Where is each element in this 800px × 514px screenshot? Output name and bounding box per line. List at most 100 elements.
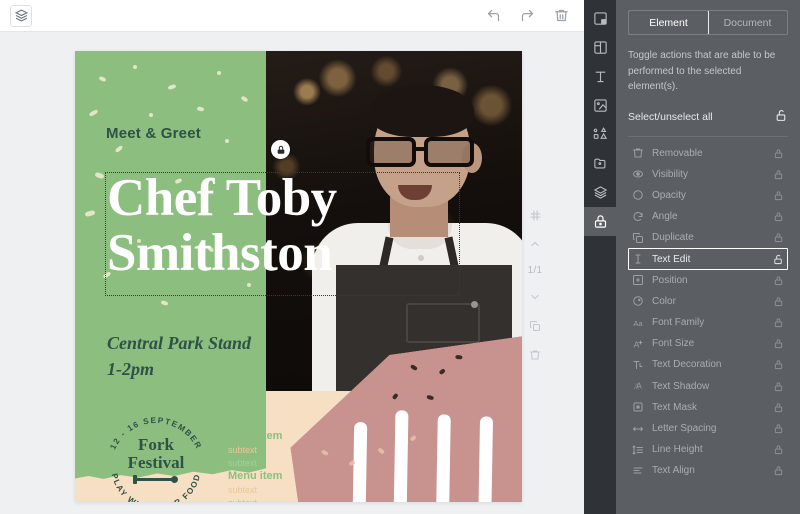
property-row-text-shadow[interactable]: Text Shadow xyxy=(628,376,788,397)
property-row-line-height[interactable]: Line Height xyxy=(628,439,788,460)
lock-icon[interactable] xyxy=(768,338,784,349)
select-unselect-all-row[interactable]: Select/unselect all xyxy=(628,109,788,136)
tab-document[interactable]: Document xyxy=(708,11,787,34)
lock-icon[interactable] xyxy=(768,169,784,180)
letter-spacing-icon xyxy=(632,423,652,435)
canvas-area[interactable]: 1/1 xyxy=(0,32,584,514)
poster-title-text[interactable]: Chef Toby Smithston xyxy=(107,171,487,280)
property-row-angle[interactable]: Angle xyxy=(628,206,788,227)
glasses-bridge xyxy=(415,147,427,151)
lock-icon[interactable] xyxy=(768,148,784,159)
lock-icon[interactable] xyxy=(768,402,784,413)
panel-tabs: Element Document xyxy=(628,10,788,35)
badge-tagline-text: PLAY WITH YOUR FOOD xyxy=(110,472,203,502)
badge-title: Fork Festival xyxy=(97,436,215,472)
rail-item-text[interactable] xyxy=(584,62,616,91)
selection-lock-badge[interactable] xyxy=(271,140,290,159)
rail-item-layout[interactable] xyxy=(584,33,616,62)
panel-body: Element Document Toggle actions that are… xyxy=(616,0,800,514)
photo-apron-rivet xyxy=(471,301,478,308)
property-label: Font Family xyxy=(652,317,768,328)
property-row-letter-spacing[interactable]: Letter Spacing xyxy=(628,418,788,439)
property-label: Opacity xyxy=(652,190,768,201)
menu-list-item[interactable]: Menu item subtext subtext xyxy=(228,429,348,469)
poster-canvas[interactable]: Meet & Greet Chef Toby Smithston Central… xyxy=(75,51,522,502)
property-row-duplicate[interactable]: Duplicate xyxy=(628,227,788,248)
undo-button[interactable] xyxy=(484,7,502,25)
unlock-icon xyxy=(775,109,788,122)
lock-icon[interactable] xyxy=(768,317,784,328)
photo-chef-glasses xyxy=(366,137,482,167)
property-row-position[interactable]: Position xyxy=(628,270,788,291)
property-row-font-family[interactable]: Font Family xyxy=(628,312,788,333)
menu-item-name: Menu item xyxy=(228,469,348,484)
layers-icon xyxy=(593,185,608,200)
property-row-text-mask[interactable]: Text Mask xyxy=(628,397,788,418)
rose-speck xyxy=(410,364,418,371)
poster-title-line1: Chef Toby xyxy=(107,171,487,226)
image-icon xyxy=(593,98,608,113)
property-row-opacity[interactable]: Opacity xyxy=(628,185,788,206)
property-row-font-size[interactable]: Font Size xyxy=(628,333,788,354)
lock-icon[interactable] xyxy=(768,190,784,201)
property-label: Angle xyxy=(652,211,768,222)
property-label: Visibility xyxy=(652,169,768,180)
badge-title-line2: Festival xyxy=(97,454,215,472)
property-row-color[interactable]: Color xyxy=(628,291,788,312)
property-label: Letter Spacing xyxy=(652,423,768,434)
rail-item-shapes[interactable] xyxy=(584,120,616,149)
property-label: Color xyxy=(652,296,768,307)
text-cursor-icon xyxy=(632,253,652,265)
lock-icon[interactable] xyxy=(768,465,784,476)
prev-page-button[interactable] xyxy=(527,236,543,252)
lock-icon[interactable] xyxy=(768,296,784,307)
property-row-text-edit[interactable]: Text Edit xyxy=(628,248,788,269)
poster-eyebrow-text[interactable]: Meet & Greet xyxy=(106,125,201,142)
menu-item-subtext-b: subtext xyxy=(228,497,348,502)
position-icon xyxy=(632,274,652,286)
property-row-text-decoration[interactable]: Text Decoration xyxy=(628,354,788,375)
poster-location-text[interactable]: Central Park Stand 1-2pm xyxy=(107,330,251,382)
confetti-speck xyxy=(133,65,137,69)
fork-festival-badge[interactable]: 12 - 16 SEPTEMBER PLAY WITH YOUR FOOD Fo… xyxy=(97,406,215,502)
unlock-icon[interactable] xyxy=(768,254,784,265)
tab-element[interactable]: Element xyxy=(628,10,709,35)
lock-icon[interactable] xyxy=(768,359,784,370)
layers-icon xyxy=(15,9,28,22)
panel-description: Toggle actions that are able to be perfo… xyxy=(628,48,788,95)
rail-item-page[interactable] xyxy=(584,4,616,33)
next-page-button[interactable] xyxy=(527,289,543,305)
lock-icon[interactable] xyxy=(768,275,784,286)
delete-page-button[interactable] xyxy=(527,347,543,363)
delete-button[interactable] xyxy=(552,7,570,25)
property-row-text-align[interactable]: Text Align xyxy=(628,460,788,481)
rail-item-folder[interactable] xyxy=(584,149,616,178)
select-all-lock-toggle[interactable] xyxy=(775,109,788,125)
lock-icon[interactable] xyxy=(768,381,784,392)
lock-icon[interactable] xyxy=(768,423,784,434)
photo-chef-hair xyxy=(370,85,474,137)
confetti-speck xyxy=(217,71,221,75)
property-label: Position xyxy=(652,275,768,286)
property-row-visibility[interactable]: Visibility xyxy=(628,164,788,185)
rail-item-image[interactable] xyxy=(584,91,616,120)
font-size-icon xyxy=(632,338,652,350)
menu-item-subtext-b: subtext xyxy=(228,457,348,470)
menu-list-item[interactable]: Menu item subtext subtext xyxy=(228,469,348,502)
menu-list[interactable]: Menu item subtext subtext Menu item subt… xyxy=(228,429,348,502)
duplicate-page-button[interactable] xyxy=(527,318,543,334)
property-list: Removable Visibility Opacity Angle Duplicate… xyxy=(628,143,788,482)
property-row-removable[interactable]: Removable xyxy=(628,143,788,164)
lock-icon[interactable] xyxy=(768,444,784,455)
lock-icon[interactable] xyxy=(768,232,784,243)
rose-speck xyxy=(392,393,399,400)
lock-icon[interactable] xyxy=(768,211,784,222)
redo-button[interactable] xyxy=(518,7,536,25)
rail-item-lock[interactable] xyxy=(584,207,616,236)
text-icon xyxy=(593,69,608,84)
grid-button[interactable] xyxy=(527,207,543,223)
rail-item-layers[interactable] xyxy=(584,178,616,207)
trash-icon xyxy=(529,349,541,361)
chevron-down-icon xyxy=(529,291,541,303)
layers-button[interactable] xyxy=(10,5,32,27)
